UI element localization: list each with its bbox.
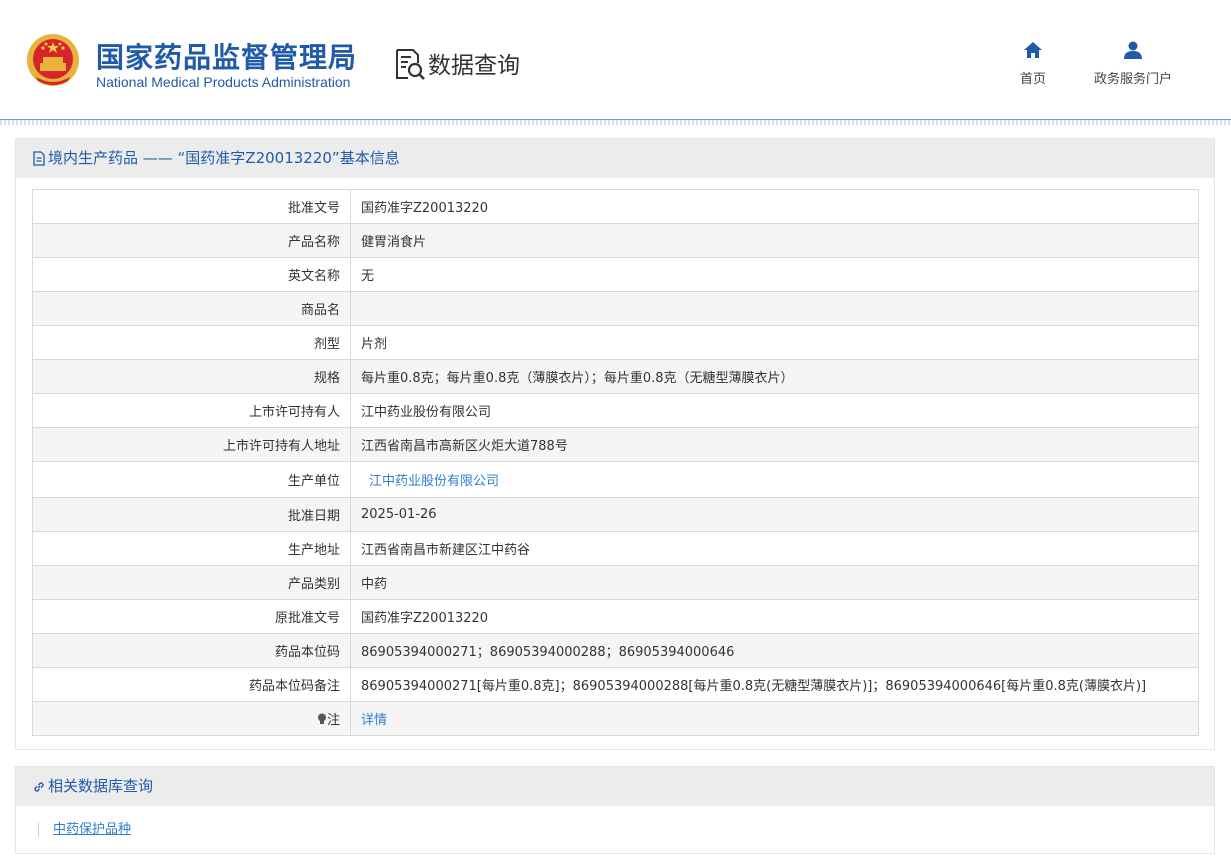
related-db-heading: 相关数据库查询 — [16, 767, 1214, 806]
table-row: 上市许可持有人地址 江西省南昌市高新区火炬大道788号 — [32, 427, 1199, 462]
field-label: 批准日期 — [32, 497, 351, 532]
field-value: 2025-01-26 — [350, 497, 1199, 532]
table-row: 原批准文号 国药准字Z20013220 — [32, 599, 1199, 634]
field-value: 片剂 — [350, 325, 1199, 360]
field-value: 详情 — [350, 701, 1199, 736]
agency-name-cn: 国家药品监督管理局 — [96, 41, 358, 74]
field-value: 国药准字Z20013220 — [350, 189, 1199, 224]
field-label: 商品名 — [32, 291, 351, 326]
nav-portal-link[interactable]: 政务服务门户 — [1086, 40, 1180, 87]
table-row: 药品本位码备注 86905394000271[每片重0.8克]；86905394… — [32, 667, 1199, 702]
related-db-title: 相关数据库查询 — [48, 777, 154, 795]
drug-detail-heading: 境内生产药品 —— “国药准字Z20013220”基本信息 — [16, 139, 1214, 178]
field-label: 批准文号 — [32, 189, 351, 224]
nav-home-link[interactable]: 首页 — [1008, 40, 1058, 87]
nav-home-label: 首页 — [1019, 72, 1046, 87]
field-value: 86905394000271；86905394000288；8690539400… — [350, 633, 1199, 668]
field-value: 86905394000271[每片重0.8克]；86905394000288[每… — [350, 667, 1199, 702]
table-row: 上市许可持有人 江中药业股份有限公司 — [32, 393, 1199, 428]
field-label: 英文名称 — [32, 257, 351, 292]
drug-detail-title: 境内生产药品 —— “国药准字Z20013220”基本信息 — [48, 149, 400, 167]
field-value: 江中药业股份有限公司 — [350, 461, 1199, 498]
field-value: 健胃消食片 — [350, 223, 1199, 258]
field-label: 生产单位 — [32, 461, 351, 498]
field-value: 中药 — [350, 565, 1199, 600]
field-label: 规格 — [32, 359, 351, 394]
field-label: 上市许可持有人地址 — [32, 427, 351, 462]
table-row: 批准日期 2025-01-26 — [32, 497, 1199, 532]
field-value: 无 — [350, 257, 1199, 292]
drug-detail-panel: 境内生产药品 —— “国药准字Z20013220”基本信息 批准文号 国药准字Z… — [15, 138, 1215, 750]
related-link-tcm-protected[interactable]: 中药保护品种 — [38, 823, 131, 837]
national-emblem-icon — [27, 34, 79, 86]
field-value: 每片重0.8克；每片重0.8克（薄膜衣片）；每片重0.8克（无糖型薄膜衣片） — [350, 359, 1199, 394]
field-label: 注 — [32, 701, 351, 736]
agency-name-en: National Medical Products Administration — [96, 74, 351, 90]
user-icon — [1124, 41, 1142, 59]
link-icon — [34, 781, 44, 792]
field-value: 国药准字Z20013220 — [350, 599, 1199, 634]
site-header: 国家药品监督管理局 National Medical Products Admi… — [0, 0, 1231, 120]
data-query-icon — [396, 49, 425, 80]
table-row: 生产地址 江西省南昌市新建区江中药谷 — [32, 531, 1199, 566]
field-value: 江中药业股份有限公司 — [350, 393, 1199, 428]
note-label: 注 — [326, 713, 340, 728]
field-value: 江西省南昌市新建区江中药谷 — [350, 531, 1199, 566]
data-query-title: 数据查询 — [428, 53, 520, 79]
table-row: 生产单位 江中药业股份有限公司 — [32, 461, 1199, 498]
field-label: 剂型 — [32, 325, 351, 360]
document-icon — [33, 151, 45, 166]
field-value — [350, 291, 1199, 326]
table-row: 注 详情 — [32, 701, 1199, 736]
field-label: 上市许可持有人 — [32, 393, 351, 428]
nav-portal-label: 政务服务门户 — [1093, 72, 1172, 87]
field-value: 江西省南昌市高新区火炬大道788号 — [350, 427, 1199, 462]
drug-info-table: 批准文号 国药准字Z20013220 产品名称 健胃消食片 英文名称 无 商品名… — [32, 189, 1199, 736]
field-label: 产品名称 — [32, 223, 351, 258]
field-label: 生产地址 — [32, 531, 351, 566]
field-label: 原批准文号 — [32, 599, 351, 634]
field-label: 产品类别 — [32, 565, 351, 600]
table-row: 英文名称 无 — [32, 257, 1199, 292]
header-divider — [0, 119, 1231, 125]
table-row: 产品类别 中药 — [32, 565, 1199, 600]
table-row: 商品名 — [32, 291, 1199, 326]
table-row: 产品名称 健胃消食片 — [32, 223, 1199, 258]
table-row: 药品本位码 86905394000271；86905394000288；8690… — [32, 633, 1199, 668]
field-label: 药品本位码 — [32, 633, 351, 668]
related-db-panel: 相关数据库查询 中药保护品种 — [15, 766, 1215, 854]
home-icon — [1024, 42, 1042, 58]
table-row: 批准文号 国药准字Z20013220 — [32, 189, 1199, 224]
field-label: 药品本位码备注 — [32, 667, 351, 702]
lightbulb-icon — [317, 713, 326, 724]
table-row: 规格 每片重0.8克；每片重0.8克（薄膜衣片）；每片重0.8克（无糖型薄膜衣片… — [32, 359, 1199, 394]
table-row: 剂型 片剂 — [32, 325, 1199, 360]
manufacturer-link[interactable]: 江中药业股份有限公司 — [361, 474, 499, 489]
details-link[interactable]: 详情 — [361, 713, 387, 728]
